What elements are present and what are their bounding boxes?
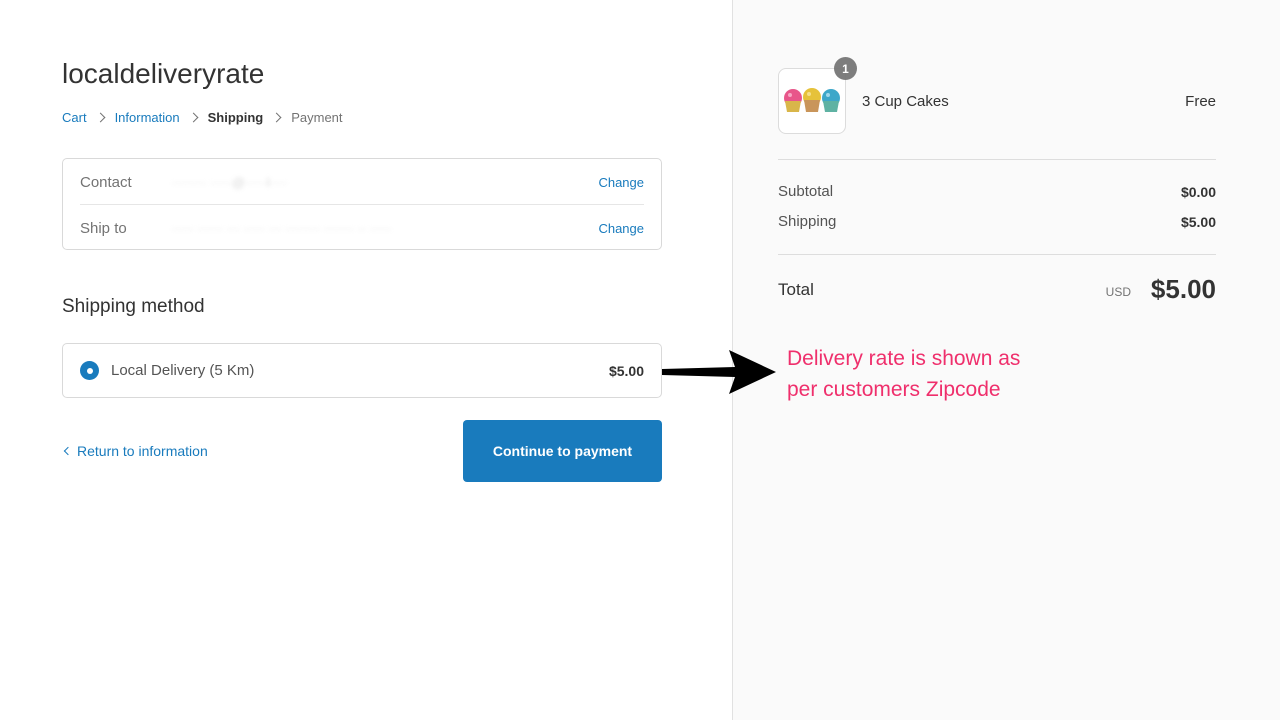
checkout-main: localdeliveryrate Cart Information Shipp… bbox=[0, 0, 732, 720]
annotation-line-1: Delivery rate is shown as bbox=[787, 347, 1021, 370]
ship-to-label: Ship to bbox=[80, 219, 127, 237]
shipping-method-option[interactable]: Local Delivery (5 Km) $5.00 bbox=[62, 343, 662, 398]
chevron-left-icon bbox=[63, 446, 73, 456]
continue-to-payment-button[interactable]: Continue to payment bbox=[463, 420, 662, 482]
annotation-text: Delivery rate is shown as per customers … bbox=[787, 343, 1087, 405]
contact-row: Contact ········ ·····@·····l···· Change bbox=[63, 159, 661, 205]
ship-to-value: ····· ······ ··· ····· ··· ········ ····… bbox=[172, 220, 392, 236]
shipping-method-price: $5.00 bbox=[608, 362, 644, 379]
product-name: 3 Cup Cakes bbox=[862, 93, 949, 110]
store-title[interactable]: localdeliveryrate bbox=[62, 58, 264, 90]
chevron-right-icon bbox=[188, 112, 199, 123]
cupcakes-image bbox=[784, 88, 840, 112]
change-ship-to-link[interactable]: Change bbox=[598, 221, 644, 236]
summary-divider bbox=[778, 159, 1216, 160]
shipping-method-title: Shipping method bbox=[62, 296, 205, 317]
ship-to-row: Ship to ····· ······ ··· ····· ··· ·····… bbox=[63, 205, 661, 251]
breadcrumb: Cart Information Shipping Payment bbox=[62, 110, 343, 125]
subtotal-label: Subtotal bbox=[778, 183, 834, 200]
return-to-information-link[interactable]: Return to information bbox=[62, 443, 208, 459]
contact-value: ········ ·····@·····l···· bbox=[172, 174, 287, 190]
chevron-right-icon bbox=[271, 112, 282, 123]
shipping-method-name: Local Delivery (5 Km) bbox=[111, 362, 255, 379]
annotation-arrow-icon bbox=[662, 350, 776, 394]
return-link-label: Return to information bbox=[77, 443, 208, 459]
subtotal-value: $0.00 bbox=[1180, 184, 1216, 200]
quantity-badge: 1 bbox=[834, 57, 857, 80]
review-box: Contact ········ ·····@·····l···· Change… bbox=[62, 158, 662, 250]
breadcrumb-information[interactable]: Information bbox=[115, 110, 180, 125]
total-label: Total bbox=[778, 280, 814, 299]
annotation-line-2: per customers Zipcode bbox=[787, 378, 1001, 401]
breadcrumb-shipping: Shipping bbox=[207, 110, 264, 125]
total-currency: USD bbox=[1105, 285, 1131, 299]
product-price: Free bbox=[1185, 93, 1216, 110]
change-contact-link[interactable]: Change bbox=[598, 175, 644, 190]
product-thumbnail bbox=[778, 68, 846, 134]
shipping-label: Shipping bbox=[778, 213, 837, 230]
radio-selected-icon[interactable] bbox=[80, 361, 99, 380]
shipping-value: $5.00 bbox=[1180, 214, 1216, 230]
total-divider bbox=[778, 254, 1216, 255]
contact-label: Contact bbox=[80, 173, 132, 191]
chevron-right-icon bbox=[95, 112, 106, 123]
radio-dot bbox=[86, 367, 93, 374]
breadcrumb-cart[interactable]: Cart bbox=[62, 110, 87, 125]
total-value: $5.00 bbox=[1150, 274, 1216, 304]
breadcrumb-payment: Payment bbox=[291, 110, 343, 125]
